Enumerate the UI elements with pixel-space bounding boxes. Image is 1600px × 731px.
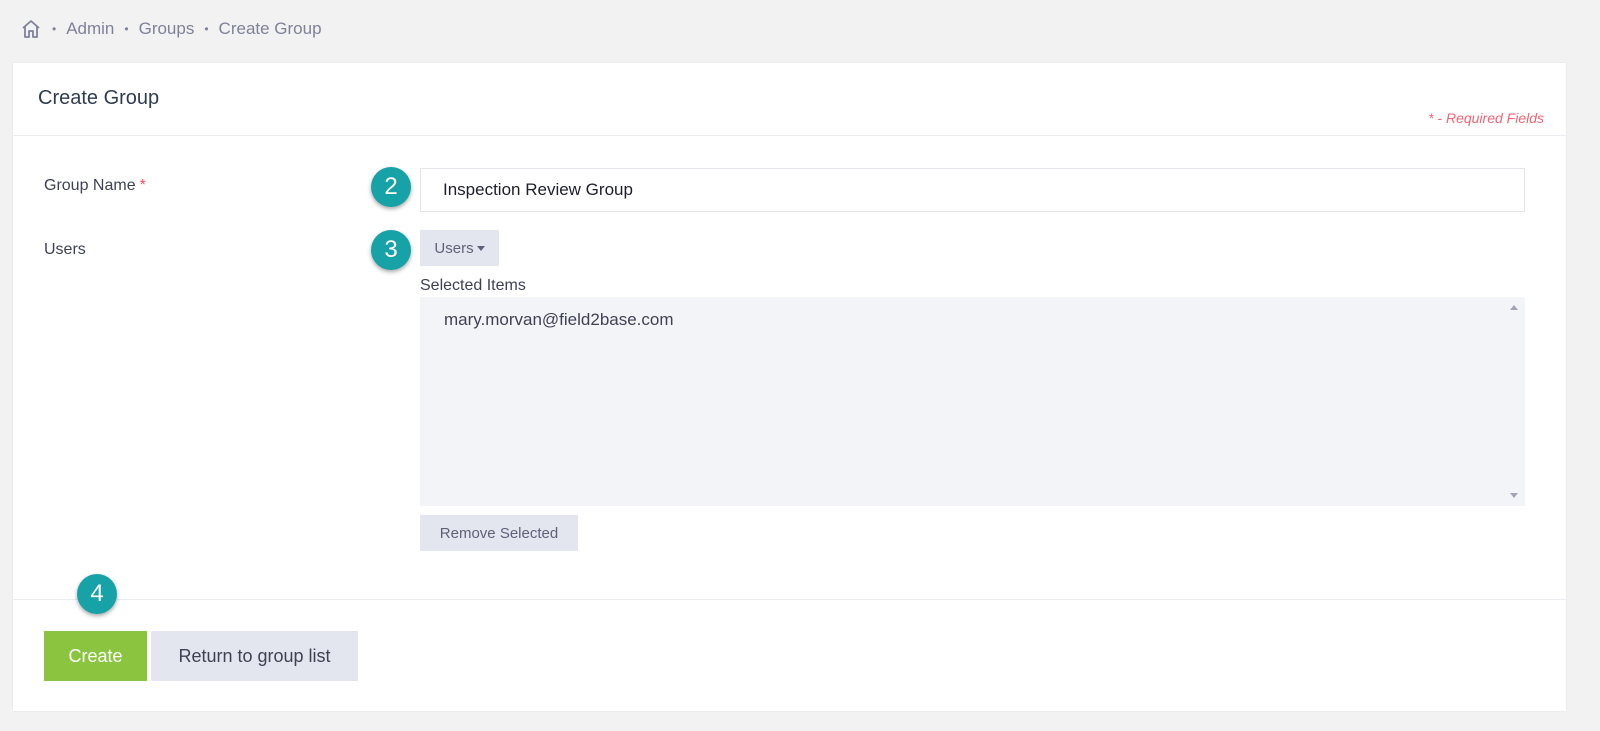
list-item[interactable]: mary.morvan@field2base.com: [444, 310, 674, 330]
group-name-label-text: Group Name: [44, 177, 136, 194]
step-badge-3: 3: [371, 230, 411, 270]
group-name-label: Group Name *: [44, 177, 146, 195]
remove-selected-button[interactable]: Remove Selected: [420, 515, 578, 551]
breadcrumb-separator: •: [124, 22, 129, 36]
step-badge-4: 4: [77, 574, 117, 614]
selected-items-listbox[interactable]: mary.morvan@field2base.com: [420, 297, 1525, 506]
group-name-value: Inspection Review Group: [443, 180, 633, 199]
required-fields-note: * - Required Fields: [1428, 110, 1544, 126]
selected-items-label: Selected Items: [420, 277, 526, 294]
breadcrumb-create-group: Create Group: [218, 19, 322, 38]
step-badge-2: 2: [371, 167, 411, 207]
create-button[interactable]: Create: [44, 631, 147, 681]
caret-down-icon: [476, 245, 485, 251]
scroll-down-icon[interactable]: [1510, 493, 1518, 498]
breadcrumb-separator: •: [52, 22, 57, 36]
breadcrumb-admin[interactable]: Admin: [66, 19, 114, 39]
footer-divider: [13, 599, 1566, 600]
home-icon[interactable]: [20, 18, 42, 40]
page-title: Create Group: [38, 87, 160, 109]
scroll-up-icon[interactable]: [1510, 305, 1518, 310]
breadcrumb-separator: •: [204, 22, 209, 36]
breadcrumb: • Admin • Groups • Create Group: [20, 16, 322, 42]
required-marker: *: [139, 177, 146, 194]
card-header: Create Group * - Required Fields: [13, 63, 1566, 136]
users-button-label: Users: [434, 239, 474, 257]
listbox-scrollbar[interactable]: [1504, 297, 1525, 506]
return-to-group-list-button[interactable]: Return to group list: [151, 631, 358, 681]
users-dropdown-button[interactable]: Users: [420, 230, 499, 266]
users-label: Users: [44, 241, 86, 258]
group-name-input[interactable]: Inspection Review Group: [420, 168, 1525, 212]
breadcrumb-groups[interactable]: Groups: [139, 19, 195, 39]
create-group-card: Create Group * - Required Fields Group N…: [13, 63, 1566, 711]
